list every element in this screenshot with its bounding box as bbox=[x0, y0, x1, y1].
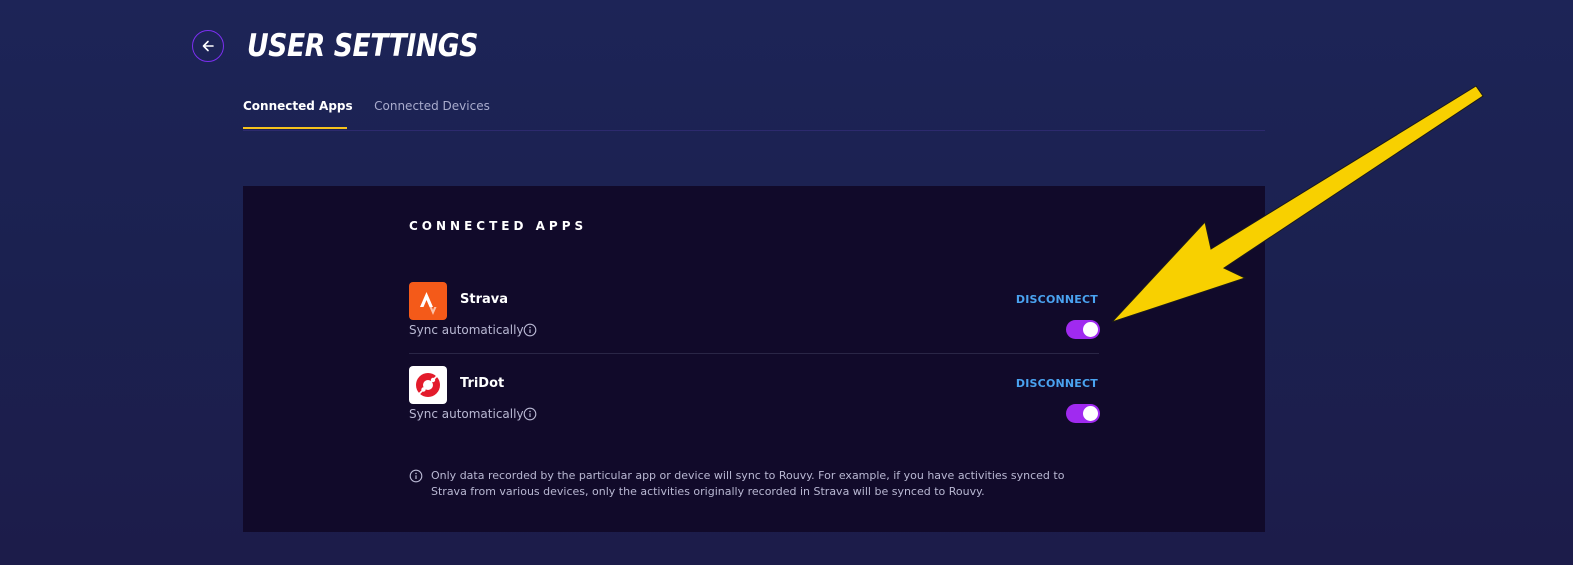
info-icon bbox=[409, 469, 423, 483]
footnote-text: Only data recorded by the particular app… bbox=[431, 469, 1065, 498]
connected-apps-panel: CONNECTED APPS Strava DISCONNECT Sync au… bbox=[243, 186, 1265, 532]
tridot-logo-icon bbox=[409, 366, 447, 404]
app-name-tridot: TriDot bbox=[460, 376, 505, 391]
app-row-strava: Strava DISCONNECT Sync automatically bbox=[409, 282, 1100, 354]
toggle-knob bbox=[1083, 322, 1098, 337]
app-name-strava: Strava bbox=[460, 292, 509, 307]
tridot-sync-toggle[interactable] bbox=[1066, 404, 1100, 423]
info-icon[interactable] bbox=[523, 407, 537, 421]
toggle-knob bbox=[1083, 406, 1098, 421]
strava-sync-toggle[interactable] bbox=[1066, 320, 1100, 339]
tab-connected-apps[interactable]: Connected Apps bbox=[243, 90, 353, 129]
arrow-left-icon bbox=[202, 40, 214, 52]
strava-disconnect-button[interactable]: DISCONNECT bbox=[1016, 293, 1098, 306]
strava-sync-label: Sync automatically bbox=[409, 323, 524, 337]
tab-connected-devices[interactable]: Connected Devices bbox=[371, 90, 493, 129]
tridot-sync-label: Sync automatically bbox=[409, 407, 524, 421]
settings-tabs: Connected Apps Connected Devices bbox=[243, 90, 1265, 131]
strava-logo-icon bbox=[409, 282, 447, 320]
back-button[interactable] bbox=[192, 30, 224, 62]
info-icon[interactable] bbox=[523, 323, 537, 337]
section-title: CONNECTED APPS bbox=[409, 219, 588, 233]
tridot-disconnect-button[interactable]: DISCONNECT bbox=[1016, 377, 1098, 390]
app-row-tridot: TriDot DISCONNECT Sync automatically bbox=[409, 366, 1100, 426]
page-title: USER SETTINGS bbox=[247, 28, 479, 64]
